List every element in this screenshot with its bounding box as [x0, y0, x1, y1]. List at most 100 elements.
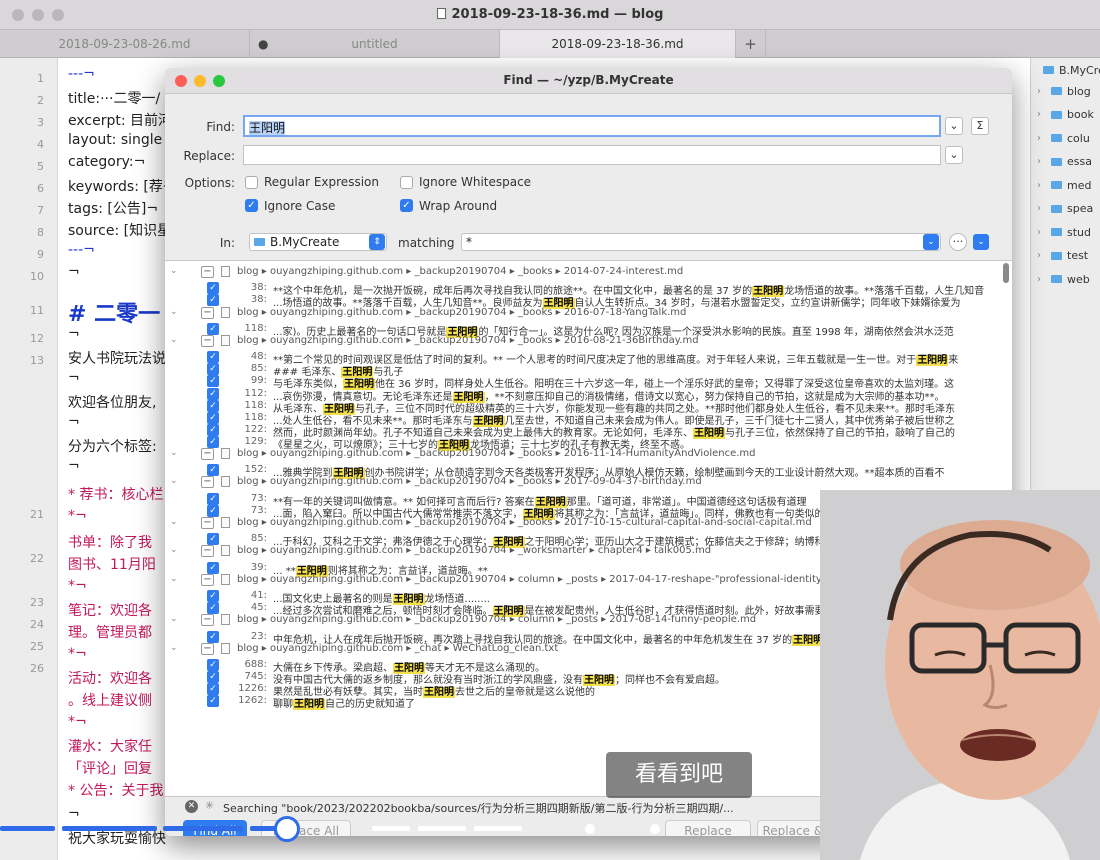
folder-icon	[1051, 251, 1062, 260]
sidebar-item-stud[interactable]: › stud	[1037, 222, 1091, 242]
editor-line: tags: [公告]¬	[68, 201, 159, 217]
chevron-down-icon[interactable]: ⌄	[170, 335, 178, 345]
line-number: 23	[30, 596, 44, 609]
sidebar-item-spea[interactable]: › spea	[1037, 199, 1093, 219]
replace-input[interactable]	[243, 145, 941, 165]
file-toggle-checkbox[interactable]: −	[201, 476, 214, 489]
result-file-row[interactable]: ⌄ − blog ▸ ouyangzhiping.github.com ▸ _bac…	[165, 334, 1012, 349]
chevron-right-icon[interactable]: ›	[1037, 203, 1045, 214]
chevron-down-icon[interactable]: ⌄	[973, 234, 989, 250]
ignore-case-checkbox[interactable]: ✓	[245, 199, 258, 212]
result-file-path: blog ▸ ouyangzhiping.github.com ▸ _backu…	[237, 306, 687, 318]
playhead-cursor[interactable]	[274, 816, 300, 842]
sidebar-item-test[interactable]: › test	[1037, 246, 1088, 266]
window-title: 2018-09-23-18-36.md — blog	[0, 7, 1100, 22]
document-icon	[221, 476, 230, 488]
find-input[interactable]: 王阳明	[243, 115, 941, 137]
file-toggle-checkbox[interactable]: −	[201, 448, 214, 460]
chevron-down-icon[interactable]: ⌄	[170, 545, 178, 555]
chevron-right-icon[interactable]: ›	[1037, 180, 1045, 191]
sidebar-item-med[interactable]: › med	[1037, 175, 1091, 195]
folder-icon	[1051, 181, 1062, 189]
match-line-number: 152:	[244, 464, 267, 476]
file-toggle-checkbox[interactable]: −	[201, 545, 214, 558]
sidebar-item-colu[interactable]: › colu	[1037, 128, 1090, 148]
find-dialog-titlebar: Find — ~/yzp/B.MyCreate	[165, 68, 1012, 94]
editor-line: ---¬	[68, 242, 95, 258]
chevron-down-icon[interactable]: ⌄	[170, 643, 178, 653]
match-line-number: 85:	[250, 533, 267, 545]
chevron-right-icon[interactable]: ›	[1037, 156, 1045, 167]
match-line-number: 122:	[244, 423, 267, 435]
chevron-down-icon[interactable]: ⌄	[170, 476, 178, 486]
sidebar-item-book[interactable]: › book	[1037, 105, 1094, 125]
find-history-dropdown[interactable]: ⌄	[945, 117, 963, 135]
folder-icon	[1051, 134, 1062, 142]
match-line-number: 45:	[250, 602, 267, 614]
new-tab-button[interactable]: +	[736, 30, 766, 58]
chevron-down-icon[interactable]: ⌄	[170, 614, 178, 624]
chevron-right-icon[interactable]: ›	[1037, 274, 1045, 285]
ignore-whitespace-checkbox[interactable]	[400, 176, 413, 189]
sidebar-root-folder[interactable]: B.MyCre	[1037, 60, 1100, 80]
chevron-right-icon[interactable]: ›	[1037, 86, 1045, 97]
search-location-select[interactable]: B.MyCreate ⇕	[249, 233, 387, 251]
file-toggle-checkbox[interactable]: −	[201, 614, 214, 627]
sigma-button[interactable]: Σ	[971, 117, 989, 135]
progress-segment	[372, 826, 410, 831]
in-label: In:	[219, 236, 235, 250]
tab-2018-09-23-08-26[interactable]: 2018-09-23-08-26.md	[0, 30, 250, 58]
line-number: 4	[37, 138, 44, 151]
chevron-right-icon[interactable]: ›	[1037, 250, 1045, 261]
sidebar-item-label: essa	[1067, 155, 1092, 168]
editor-line: 书单：除了我	[68, 535, 152, 551]
file-toggle-checkbox[interactable]: −	[201, 266, 214, 278]
sidebar-item-blog[interactable]: › blog	[1037, 81, 1091, 101]
result-file-row[interactable]: ⌄ − blog ▸ ouyangzhiping.github.com ▸ _bac…	[165, 265, 1012, 280]
regex-checkbox[interactable]	[245, 176, 258, 189]
file-toggle-checkbox[interactable]: −	[201, 642, 214, 655]
file-toggle-checkbox[interactable]: −	[201, 306, 214, 319]
sidebar-item-essa[interactable]: › essa	[1037, 152, 1092, 172]
ignore-case-label: Ignore Case	[264, 199, 336, 213]
file-toggle-checkbox[interactable]: −	[201, 573, 214, 586]
chevron-down-icon[interactable]: ⌄	[170, 574, 178, 584]
tab-untitled[interactable]: ● untitled	[250, 30, 500, 58]
chevron-down-icon[interactable]: ⌄	[170, 448, 178, 458]
tab-2018-09-23-18-36[interactable]: 2018-09-23-18-36.md	[500, 30, 736, 58]
replace-label: Replace:	[183, 149, 235, 163]
match-checkbox[interactable]: ✓	[207, 695, 219, 708]
sidebar-item-label: spea	[1067, 202, 1094, 215]
chevron-down-icon[interactable]: ⌄	[170, 266, 178, 276]
file-toggle-checkbox[interactable]: −	[201, 516, 214, 529]
stop-search-icon[interactable]: ✕	[185, 800, 198, 813]
chevron-down-icon[interactable]: ⌄	[170, 517, 178, 527]
match-line-number: 38:	[250, 282, 267, 294]
chevron-right-icon[interactable]: ›	[1037, 133, 1045, 144]
editor-line: 。线上建议侧	[68, 693, 152, 709]
wrap-around-checkbox[interactable]: ✓	[400, 199, 413, 212]
chevron-right-icon[interactable]: ›	[1037, 227, 1045, 238]
file-toggle-checkbox[interactable]: −	[201, 334, 214, 347]
line-number: 11	[30, 304, 44, 317]
more-options-icon[interactable]: ···	[949, 233, 967, 251]
spinner-icon: ✳	[205, 799, 215, 812]
match-line-number: 39:	[250, 561, 267, 573]
result-file-path: blog ▸ ouyangzhiping.github.com ▸ _backu…	[237, 476, 702, 488]
editor-line: 理。管理员都	[68, 625, 152, 641]
line-number: 9	[37, 248, 44, 261]
matching-pattern-field[interactable]: * ⌄	[461, 233, 941, 251]
progress-segment	[418, 826, 466, 831]
result-file-row[interactable]: ⌄ − blog ▸ ouyangzhiping.github.com ▸ _bac…	[165, 447, 1012, 462]
chevron-down-icon[interactable]: ⌄	[170, 307, 178, 317]
result-file-row[interactable]: ⌄ − blog ▸ ouyangzhiping.github.com ▸ _bac…	[165, 475, 1012, 490]
sidebar-item-label: stud	[1067, 225, 1091, 239]
editor-line: 「评论」回复	[68, 761, 152, 777]
replace-history-dropdown[interactable]: ⌄	[945, 146, 963, 164]
chevron-right-icon[interactable]: ›	[1037, 109, 1045, 120]
editor-line: 笔记：欢迎各	[68, 603, 152, 619]
result-file-row[interactable]: ⌄ − blog ▸ ouyangzhiping.github.com ▸ _bac…	[165, 306, 1012, 321]
match-line-number: 1226:	[238, 683, 267, 695]
sidebar-item-web[interactable]: › web	[1037, 269, 1090, 289]
folder-icon	[1043, 66, 1054, 74]
